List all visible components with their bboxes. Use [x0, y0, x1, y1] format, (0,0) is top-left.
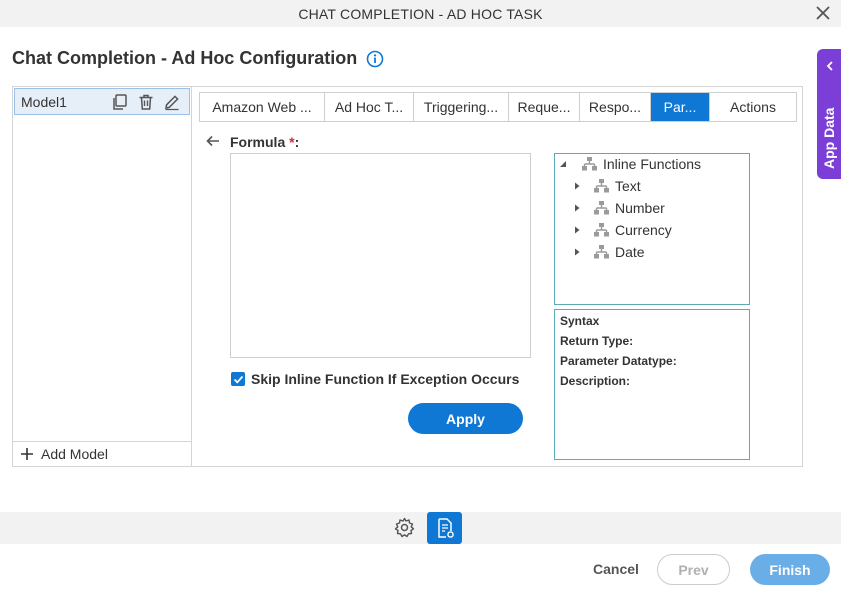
add-model-button[interactable]: Add Model	[13, 441, 191, 466]
tab-request[interactable]: Reque...	[509, 93, 580, 121]
tab-parameters[interactable]: Par...	[651, 93, 710, 121]
tab-response[interactable]: Respo...	[580, 93, 651, 121]
tree-node-label: Inline Functions	[603, 156, 702, 172]
tab-label: Actions	[730, 99, 776, 115]
plus-icon	[21, 448, 33, 460]
app-data-label: App Data	[821, 107, 837, 169]
copy-icon[interactable]	[111, 93, 129, 111]
apply-button[interactable]: Apply	[408, 403, 523, 434]
info-icon[interactable]	[366, 50, 384, 68]
hierarchy-icon	[594, 245, 609, 259]
formula-label: Formula *:	[230, 134, 299, 150]
close-icon[interactable]	[814, 4, 832, 22]
edit-icon[interactable]	[163, 93, 181, 111]
formula-label-suffix: :	[294, 134, 300, 150]
tree-node-text[interactable]: Text	[573, 178, 641, 194]
return-type-label: Return Type:	[560, 334, 634, 348]
tab-triggering[interactable]: Triggering...	[414, 93, 509, 121]
checkbox-checked[interactable]	[231, 372, 245, 386]
tab-label: Triggering...	[423, 99, 499, 115]
delete-icon[interactable]	[137, 93, 155, 111]
window-title: CHAT COMPLETION - AD HOC TASK	[298, 5, 543, 22]
tree-node-label: Date	[615, 244, 645, 260]
inline-functions-tree: Inline Functions Text Number Currency Da…	[554, 153, 750, 305]
tab-label: Reque...	[517, 99, 571, 115]
add-model-label: Add Model	[41, 446, 108, 462]
tree-node-date[interactable]: Date	[573, 244, 645, 260]
model-list-item[interactable]: Model1	[14, 88, 190, 115]
tree-node-label: Text	[615, 178, 641, 194]
tree-node-number[interactable]: Number	[573, 200, 665, 216]
tab-label: Ad Hoc T...	[334, 99, 404, 115]
document-settings-button[interactable]	[427, 512, 462, 544]
app-data-tab[interactable]: App Data	[817, 49, 841, 179]
tree-node-label: Number	[615, 200, 665, 216]
configuration-panel: Model1 Add Model Amazon Web ... Ad Hoc T…	[12, 86, 803, 467]
model-list-panel: Model1 Add Model	[13, 87, 192, 466]
expanded-triangle-icon[interactable]	[559, 160, 567, 168]
collapsed-triangle-icon[interactable]	[573, 204, 581, 212]
tab-label: Respo...	[588, 99, 642, 115]
collapsed-triangle-icon[interactable]	[573, 226, 581, 234]
function-syntax-panel: Syntax Return Type: Parameter Datatype: …	[554, 309, 750, 460]
finish-button[interactable]: Finish	[750, 554, 830, 585]
hierarchy-icon	[582, 157, 597, 171]
tab-ad-hoc-task[interactable]: Ad Hoc T...	[325, 93, 414, 121]
hierarchy-icon	[594, 201, 609, 215]
cancel-button[interactable]: Cancel	[593, 561, 639, 577]
page-title: Chat Completion - Ad Hoc Configuration	[12, 48, 358, 68]
tree-node-currency[interactable]: Currency	[573, 222, 672, 238]
prev-button[interactable]: Prev	[657, 554, 730, 585]
collapsed-triangle-icon[interactable]	[573, 248, 581, 256]
window-titlebar: CHAT COMPLETION - AD HOC TASK	[0, 0, 841, 27]
page-heading: Chat Completion - Ad Hoc Configuration	[12, 48, 384, 69]
footer-toolbar	[0, 512, 841, 544]
tab-amazon-web-services[interactable]: Amazon Web ...	[200, 93, 325, 121]
gear-icon[interactable]	[394, 517, 415, 538]
chevron-left-icon	[826, 61, 833, 71]
tab-bar: Amazon Web ... Ad Hoc T... Triggering...…	[199, 92, 797, 122]
checkmark-icon	[233, 375, 243, 384]
syntax-label: Syntax	[560, 314, 600, 328]
tab-label: Par...	[663, 99, 697, 115]
hierarchy-icon	[594, 179, 609, 193]
tree-node-label: Currency	[615, 222, 672, 238]
skip-inline-function-label: Skip Inline Function If Exception Occurs	[251, 371, 520, 387]
tree-node-inline-functions[interactable]: Inline Functions	[559, 156, 701, 172]
description-label: Description:	[560, 374, 631, 388]
collapsed-triangle-icon[interactable]	[573, 182, 581, 190]
tab-actions[interactable]: Actions	[710, 93, 796, 121]
formula-label-text: Formula	[230, 134, 286, 150]
formula-editor[interactable]	[230, 153, 531, 358]
tab-label: Amazon Web ...	[212, 99, 312, 115]
document-gear-icon	[437, 518, 454, 538]
skip-inline-function-checkbox[interactable]: Skip Inline Function If Exception Occurs	[231, 371, 519, 387]
parameter-datatype-label: Parameter Datatype:	[560, 354, 677, 368]
model-name: Model1	[21, 93, 67, 110]
back-arrow-icon[interactable]	[205, 133, 221, 149]
hierarchy-icon	[594, 223, 609, 237]
